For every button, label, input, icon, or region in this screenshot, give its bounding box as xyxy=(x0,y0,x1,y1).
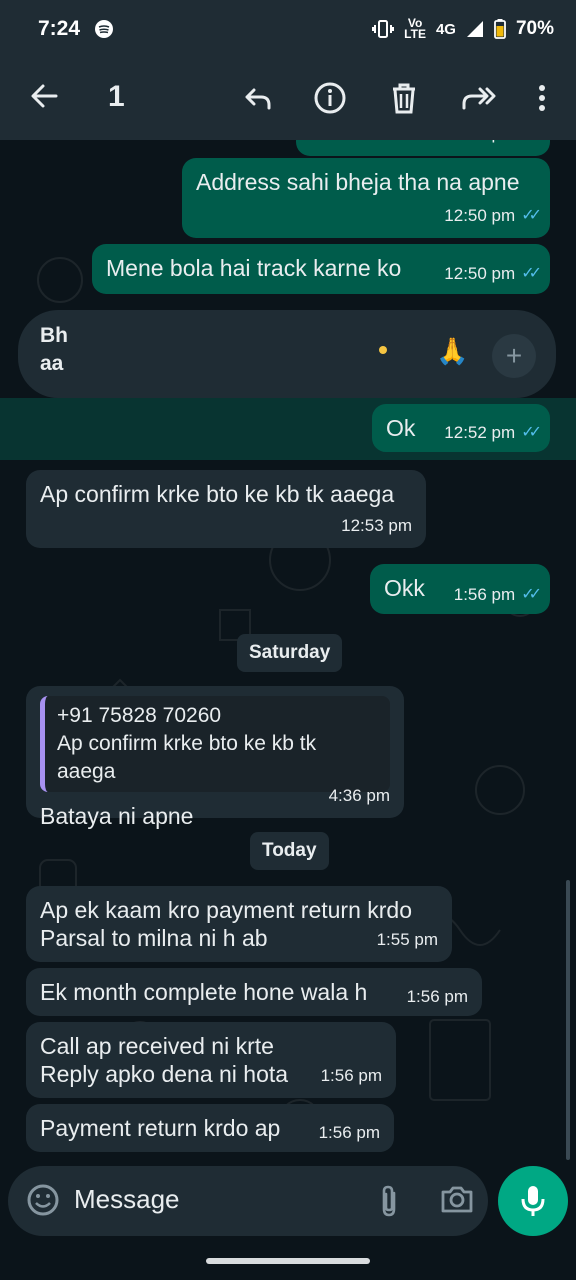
message-time: 12:52 pm xyxy=(444,423,516,442)
message-input-bar: Message xyxy=(8,1166,488,1236)
message-bubble-outgoing-selected[interactable]: Ok 12:52 pm ✓✓ xyxy=(372,404,550,452)
battery-percent: 70% xyxy=(515,18,554,39)
message-time: 1:56 pm xyxy=(320,1066,382,1085)
camera-icon xyxy=(441,1186,473,1213)
read-ticks-icon: ✓✓ xyxy=(521,140,542,148)
reaction-emoji-small[interactable] xyxy=(379,346,387,354)
camera-button[interactable] xyxy=(440,1184,474,1219)
popup-text-line1: Bh xyxy=(40,324,68,347)
chat-scrollbar[interactable] xyxy=(566,880,570,1160)
selection-app-bar: 1 xyxy=(0,58,576,140)
read-ticks-icon: ✓✓ xyxy=(521,265,542,282)
message-bubble-outgoing[interactable]: Address sahi bheja tha na apne 12:50 pm … xyxy=(182,158,550,238)
message-meta: 1:56 pm ✓✓ xyxy=(453,581,542,609)
popup-text-line2: aa xyxy=(40,352,64,375)
message-meta: 4:36 pm xyxy=(329,782,390,810)
quoted-message[interactable]: +91 75828 70260 Ap confirm krke bto ke k… xyxy=(40,696,390,792)
read-ticks-icon: ✓✓ xyxy=(521,207,542,224)
network-type: 4G xyxy=(435,20,456,38)
message-text: Ap confirm krke bto ke kb tk aaega xyxy=(40,481,395,507)
message-time: 12:30 pm xyxy=(444,140,515,148)
message-time: 1:55 pm xyxy=(376,930,438,949)
back-button[interactable] xyxy=(28,80,60,117)
message-meta: 1:55 pm xyxy=(377,926,438,954)
message-bubble-incoming[interactable]: Payment return krdo ap 1:56 pm xyxy=(26,1104,394,1152)
message-bubble-outgoing[interactable]: Mene bola hai track karne ko 12:50 pm ✓✓ xyxy=(92,244,550,294)
emoji-button[interactable] xyxy=(26,1183,60,1222)
back-arrow-icon xyxy=(31,84,58,108)
attach-button[interactable] xyxy=(376,1183,402,1224)
quoted-text: Ap confirm krke bto ke kb tk aaega xyxy=(57,732,317,783)
message-meta: 12:52 pm ✓✓ xyxy=(444,419,542,447)
paperclip-icon xyxy=(382,1185,396,1217)
read-ticks-icon: ✓✓ xyxy=(521,586,542,603)
vibrate-icon xyxy=(372,20,395,38)
volte-bottom: LTE xyxy=(404,27,426,41)
message-bubble-incoming[interactable]: Ap ek kaam kro payment return krdo Parsa… xyxy=(26,886,452,962)
signal-icon xyxy=(466,21,483,37)
selected-count: 1 xyxy=(108,80,125,113)
info-button[interactable] xyxy=(312,80,348,116)
message-time: 12:50 pm xyxy=(444,264,516,283)
message-bubble-outgoing[interactable]: Okk 1:56 pm ✓✓ xyxy=(370,564,550,614)
add-reaction-button[interactable]: + xyxy=(492,334,536,378)
chat-area[interactable]: 12:30 pm ✓✓ Address sahi bheja tha na ap… xyxy=(0,140,576,1162)
message-time: 1:56 pm xyxy=(406,987,468,1006)
date-separator: Saturday xyxy=(237,634,343,672)
more-vert-icon xyxy=(539,85,545,111)
delete-button[interactable] xyxy=(386,80,422,116)
info-icon xyxy=(314,82,346,114)
message-bubble-incoming[interactable]: Call ap received ni krte Reply apko dena… xyxy=(26,1022,396,1098)
voice-message-button[interactable] xyxy=(498,1166,568,1236)
reply-icon xyxy=(245,88,271,110)
message-meta: 12:50 pm ✓✓ xyxy=(444,202,542,230)
forward-button[interactable] xyxy=(460,80,496,116)
message-meta: 1:56 pm xyxy=(319,1119,380,1147)
message-meta: 12:53 pm xyxy=(341,512,412,540)
gesture-nav-bar[interactable] xyxy=(206,1258,370,1264)
battery-icon xyxy=(494,19,506,39)
message-text-line1: Ap ek kaam kro payment return krdo xyxy=(40,897,412,923)
message-meta: 1:56 pm xyxy=(407,983,468,1011)
message-time: 1:56 pm xyxy=(453,585,516,604)
message-time: 12:50 pm xyxy=(444,206,516,225)
more-options-button[interactable] xyxy=(524,80,560,116)
volte-indicator: Vo LTE xyxy=(404,17,426,41)
message-meta: 12:50 pm ✓✓ xyxy=(444,260,542,288)
popup-underlying-text: Bh aa xyxy=(40,322,68,378)
status-time: 7:24 xyxy=(38,17,81,40)
delete-icon xyxy=(393,83,415,114)
message-meta: 1:56 pm xyxy=(321,1062,382,1090)
reaction-pray-emoji[interactable]: 🙏 xyxy=(436,336,468,367)
quoted-sender: +91 75828 70260 xyxy=(57,704,222,727)
read-ticks-icon: ✓✓ xyxy=(521,424,542,441)
microphone-icon xyxy=(521,1186,545,1216)
status-bar: 7:24 Vo LTE 4G 70% xyxy=(0,0,576,58)
message-input[interactable]: Message xyxy=(74,1184,180,1215)
message-time: 1:56 pm xyxy=(318,1123,380,1142)
message-meta: 12:30 pm ✓✓ xyxy=(444,140,542,148)
message-time: 4:36 pm xyxy=(328,786,390,805)
app-notification-icon xyxy=(95,20,114,38)
emoji-icon xyxy=(27,1184,59,1216)
message-bubble-incoming[interactable]: Ap confirm krke bto ke kb tk aaega 12:53… xyxy=(26,470,426,548)
date-separator: Today xyxy=(250,832,329,870)
reaction-popup: Bh aa 🙏 + xyxy=(18,310,556,398)
message-bubble-incoming[interactable]: Ek month complete hone wala h 1:56 pm xyxy=(26,968,482,1016)
forward-icon xyxy=(462,87,496,110)
message-text: Ek month complete hone wala h xyxy=(40,979,368,1005)
message-time: 12:53 pm xyxy=(341,516,412,535)
message-bubble-outgoing[interactable]: 12:30 pm ✓✓ xyxy=(296,140,550,156)
message-text-line1: Call ap received ni krte xyxy=(40,1033,274,1059)
message-bubble-incoming-reply[interactable]: +91 75828 70260 Ap confirm krke bto ke k… xyxy=(26,686,404,829)
message-text: Address sahi bheja tha na apne xyxy=(196,169,520,195)
reply-button[interactable] xyxy=(240,80,276,116)
